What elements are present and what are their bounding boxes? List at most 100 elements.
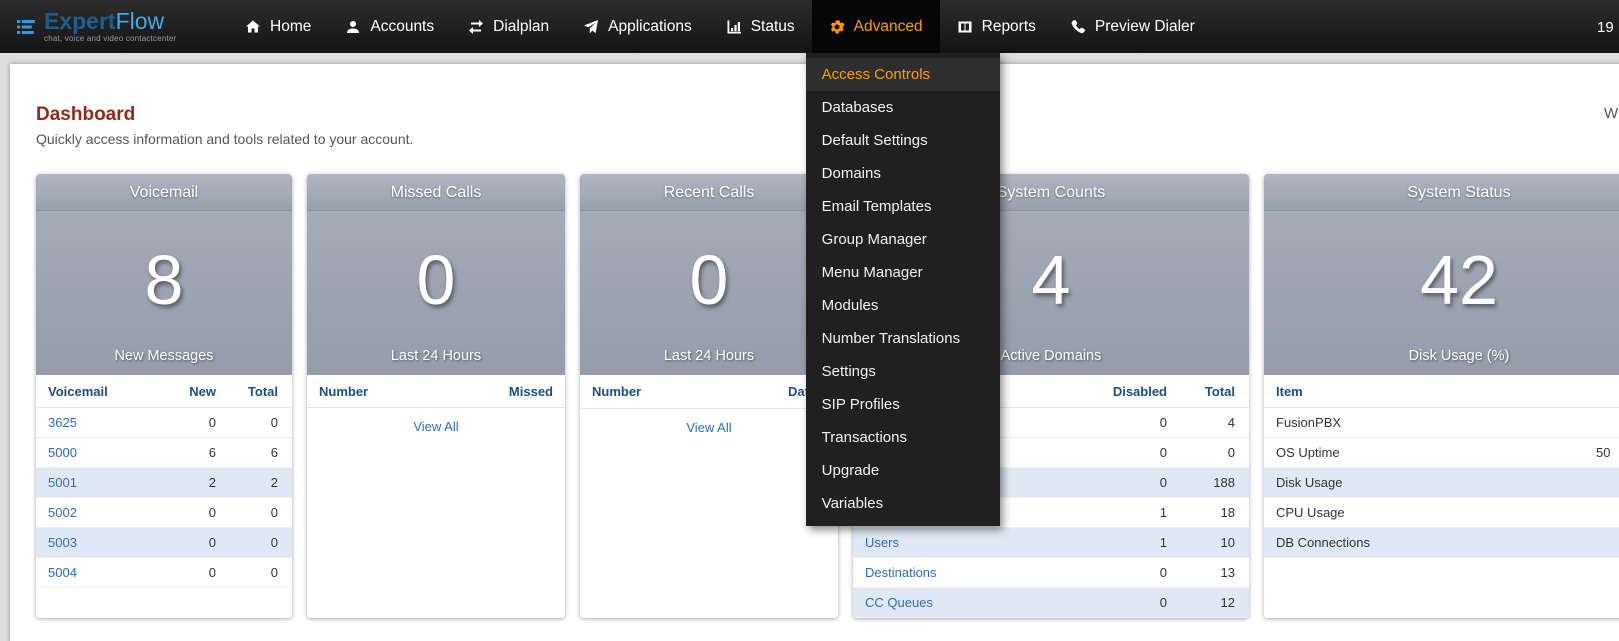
voicemail-box-link[interactable]: 5003 xyxy=(48,535,77,550)
menu-item-menu-manager[interactable]: Menu Manager xyxy=(806,256,1000,289)
status-item: FusionPBX xyxy=(1264,415,1596,430)
nav-item-dialplan[interactable]: Dialplan xyxy=(451,0,566,53)
col-header: Total xyxy=(216,384,292,399)
nav-label-dialplan: Dialplan xyxy=(493,18,549,36)
brand-name-secondary: Flow xyxy=(116,8,165,34)
recent-calls-view-all-link[interactable]: View All xyxy=(580,409,838,446)
menu-item-sip-profiles[interactable]: SIP Profiles xyxy=(806,388,1000,421)
count-item-link[interactable]: CC Queues xyxy=(865,595,933,610)
cell-total: 0 xyxy=(216,415,292,430)
menu-item-group-manager[interactable]: Group Manager xyxy=(806,223,1000,256)
menu-item-default-settings[interactable]: Default Settings xyxy=(806,124,1000,157)
nav-label-applications: Applications xyxy=(608,18,692,36)
system-status-table-header: Item xyxy=(1264,375,1619,408)
voicemail-count: 8 xyxy=(145,245,184,315)
voicemail-table: Voicemail New Total 3625 0 0 5000 6 6 xyxy=(36,375,292,618)
status-item: OS Uptime xyxy=(1264,445,1596,460)
cell-new: 2 xyxy=(152,475,216,490)
voicemail-box-link[interactable]: 5000 xyxy=(48,445,77,460)
menu-item-domains[interactable]: Domains xyxy=(806,157,1000,190)
table-row: Users 1 10 xyxy=(853,528,1249,558)
welcome-text: W xyxy=(1604,105,1618,122)
advanced-dropdown-menu: Access Controls Databases Default Settin… xyxy=(806,53,1000,526)
cell-total: 188 xyxy=(1167,475,1249,490)
menu-item-number-translations[interactable]: Number Translations xyxy=(806,322,1000,355)
brand-bars-icon xyxy=(16,17,36,37)
cell-disabled: 1 xyxy=(1063,505,1167,520)
voicemail-box-link[interactable]: 3625 xyxy=(48,415,77,430)
cell-total: 0 xyxy=(216,565,292,580)
exchange-icon xyxy=(468,19,484,35)
cell-total: 6 xyxy=(216,445,292,460)
card-recent-calls: Recent Calls 0 Last 24 Hours Number Date… xyxy=(580,174,838,618)
brand-logo[interactable]: ExpertFlow chat, voice and video contact… xyxy=(16,10,228,43)
cell-total: 13 xyxy=(1167,565,1249,580)
cell-new: 0 xyxy=(152,505,216,520)
brand-text: ExpertFlow chat, voice and video contact… xyxy=(44,10,176,43)
recent-calls-table: Number Date/Time View All xyxy=(580,375,838,618)
reports-icon xyxy=(957,19,973,35)
voicemail-box-link[interactable]: 5004 xyxy=(48,565,77,580)
table-row: 5001 2 2 xyxy=(36,468,292,498)
col-header: Number xyxy=(307,384,485,399)
card-recent-calls-title: Recent Calls xyxy=(580,174,838,211)
menu-item-modules[interactable]: Modules xyxy=(806,289,1000,322)
count-item-link[interactable]: Users xyxy=(865,535,899,550)
menu-item-email-templates[interactable]: Email Templates xyxy=(806,190,1000,223)
voicemail-box-link[interactable]: 5001 xyxy=(48,475,77,490)
table-row: 5000 6 6 xyxy=(36,438,292,468)
status-value: 50 xyxy=(1596,445,1619,460)
cell-new: 0 xyxy=(152,565,216,580)
recent-calls-count-label: Last 24 Hours xyxy=(580,348,838,375)
cell-total: 0 xyxy=(216,535,292,550)
cell-disabled: 0 xyxy=(1063,565,1167,580)
nav-item-status[interactable]: Status xyxy=(709,0,812,53)
status-item: CPU Usage xyxy=(1264,505,1596,520)
col-header: New xyxy=(152,384,216,399)
nav-label-home: Home xyxy=(270,18,311,36)
card-missed-calls: Missed Calls 0 Last 24 Hours Number Miss… xyxy=(307,174,565,618)
nav-label-accounts: Accounts xyxy=(370,18,434,36)
recent-calls-table-header: Number Date/Time xyxy=(580,375,838,409)
menu-item-upgrade[interactable]: Upgrade xyxy=(806,454,1000,487)
nav-item-applications[interactable]: Applications xyxy=(566,0,709,53)
nav-item-preview-dialer[interactable]: Preview Dialer xyxy=(1053,0,1212,53)
nav-item-reports[interactable]: Reports xyxy=(940,0,1053,53)
voicemail-table-header: Voicemail New Total xyxy=(36,375,292,408)
card-recent-calls-hero: 0 Last 24 Hours xyxy=(580,211,838,375)
clock-text: 19 xyxy=(1597,19,1614,36)
cell-disabled: 1 xyxy=(1063,535,1167,550)
cell-new: 6 xyxy=(152,445,216,460)
table-row: DB Connections xyxy=(1264,528,1619,558)
card-system-status-title: System Status xyxy=(1264,174,1619,211)
home-icon xyxy=(245,19,261,35)
missed-calls-view-all-link[interactable]: View All xyxy=(307,408,565,445)
recent-calls-count: 0 xyxy=(690,245,729,315)
cell-total: 12 xyxy=(1167,595,1249,610)
card-missed-calls-title: Missed Calls xyxy=(307,174,565,211)
count-item-link[interactable]: Destinations xyxy=(865,565,937,580)
menu-item-transactions[interactable]: Transactions xyxy=(806,421,1000,454)
nav-item-advanced[interactable]: Advanced Access Controls Databases Defau… xyxy=(812,0,940,53)
menu-item-databases[interactable]: Databases xyxy=(806,91,1000,124)
system-counts-number: 4 xyxy=(1032,245,1071,315)
nav-label-reports: Reports xyxy=(982,18,1036,36)
menu-item-access-controls[interactable]: Access Controls xyxy=(806,58,1000,91)
nav-item-accounts[interactable]: Accounts xyxy=(328,0,451,53)
cell-disabled: 0 xyxy=(1063,445,1167,460)
col-header: Voicemail xyxy=(36,384,152,399)
missed-calls-table-header: Number Missed xyxy=(307,375,565,408)
cell-total: 2 xyxy=(216,475,292,490)
menu-item-settings[interactable]: Settings xyxy=(806,355,1000,388)
top-navbar: ExpertFlow chat, voice and video contact… xyxy=(0,0,1619,53)
cell-total: 0 xyxy=(216,505,292,520)
nav-item-home[interactable]: Home xyxy=(228,0,328,53)
brand-tagline: chat, voice and video contactcenter xyxy=(44,35,176,43)
cell-new: 0 xyxy=(152,415,216,430)
nav-label-status: Status xyxy=(751,18,795,36)
phone-icon xyxy=(1070,19,1086,35)
card-voicemail: Voicemail 8 New Messages Voicemail New T… xyxy=(36,174,292,618)
menu-item-variables[interactable]: Variables xyxy=(806,487,1000,520)
brand-name-primary: Expert xyxy=(44,8,116,34)
voicemail-box-link[interactable]: 5002 xyxy=(48,505,77,520)
